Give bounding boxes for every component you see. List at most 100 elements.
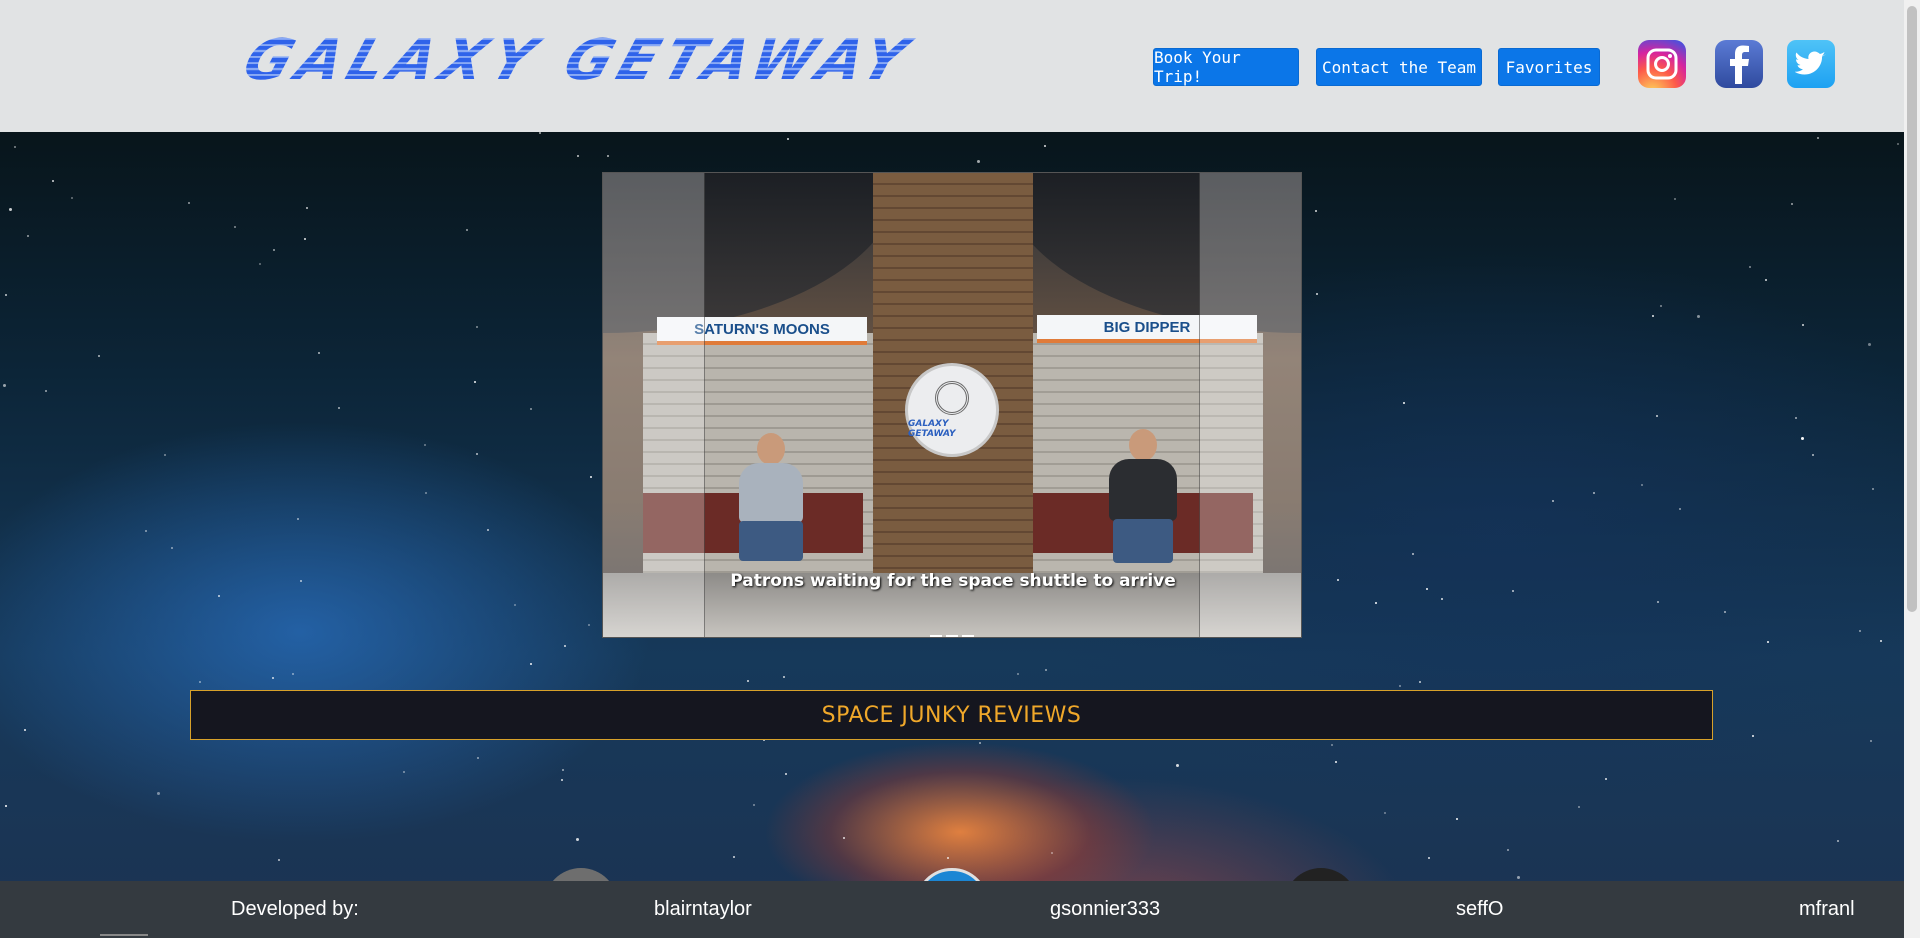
star [785,773,787,775]
twitter-icon[interactable] [1787,40,1835,88]
star [1456,818,1458,820]
star [164,454,166,456]
star [273,249,275,251]
star [733,856,735,858]
scrollbar-thumb[interactable] [1907,6,1917,612]
developer-link[interactable]: blairntaylor [654,898,752,921]
star [977,160,980,163]
star [1419,681,1421,683]
star [188,202,190,204]
star [530,663,532,665]
facebook-icon[interactable] [1715,40,1763,88]
star [1428,857,1430,859]
emblem-text: GALAXY GETAWAY [908,419,956,439]
page-scrollbar[interactable] [1904,0,1920,938]
star [1859,630,1861,632]
emblem-logo-icon [935,381,969,415]
star [5,805,7,807]
star [753,804,755,806]
star [1441,598,1443,600]
star [27,235,29,237]
star [24,729,26,731]
star [234,226,236,228]
site-header: GALAXY GETAWAY Book Your Trip! Contact t… [0,0,1904,132]
developer-link[interactable]: mfranl [1799,898,1855,921]
carousel-caption: Patrons waiting for the space shuttle to… [730,571,1176,591]
star [588,624,590,626]
star [1656,415,1658,417]
developed-by-label: Developed by: [231,898,359,920]
star [1426,588,1428,590]
star [300,580,302,582]
star [1837,840,1839,842]
star [562,769,564,771]
star [1045,669,1047,671]
carousel-indicator[interactable] [930,635,942,637]
star [1749,266,1751,268]
carousel-next-control[interactable] [1199,173,1301,637]
star [1578,806,1580,808]
star [466,229,468,231]
carousel-slide-image: SATURN'S MOONS BIG DIPPER GALAXY GETAWAY [603,173,1301,637]
star [1724,611,1726,613]
star [590,476,592,478]
star [71,197,73,199]
star [1316,293,1318,295]
star [1017,673,1019,675]
contact-team-button[interactable]: Contact the Team [1316,48,1482,86]
star [1652,315,1654,317]
developer-link[interactable]: gsonnier333 [1050,898,1160,921]
person-right [1103,429,1183,579]
star [14,146,16,148]
star [1412,553,1414,555]
star [476,326,478,328]
star [425,492,427,494]
image-carousel[interactable]: SATURN'S MOONS BIG DIPPER GALAXY GETAWAY [602,172,1302,638]
star [1051,852,1053,854]
star [1752,735,1754,737]
star [1872,488,1874,490]
star [539,132,541,134]
site-logo[interactable]: GALAXY GETAWAY [235,28,921,93]
star [1641,484,1643,486]
favorites-button[interactable]: Favorites [1498,48,1600,86]
star [514,604,516,606]
carousel-indicator[interactable] [962,635,974,637]
star [1605,778,1607,780]
star [561,779,563,781]
star [1795,417,1797,419]
star [1335,761,1337,763]
star [199,681,201,683]
star [52,180,54,182]
footer-divider [100,934,148,936]
star [1870,740,1872,742]
star [1817,137,1819,139]
star [1897,143,1899,145]
star [1791,203,1793,205]
star [1812,454,1814,456]
star [297,518,299,520]
star [747,680,749,682]
galaxy-getaway-emblem: GALAXY GETAWAY [905,363,999,457]
star [1044,145,1046,147]
star [787,138,789,140]
carousel-prev-control[interactable] [603,173,705,637]
star [1880,640,1882,642]
star [577,155,579,157]
star [1697,315,1700,318]
carousel-indicator[interactable] [946,635,958,637]
page: GALAXY GETAWAY Book Your Trip! Contact t… [0,0,1920,938]
star [304,238,306,240]
developer-link[interactable]: seffO [1456,898,1503,921]
star [1674,198,1676,200]
star [98,355,100,357]
star [292,673,294,675]
star [477,757,479,759]
star [576,838,579,841]
book-trip-button[interactable]: Book Your Trip! [1153,48,1299,86]
star [1517,876,1520,879]
star [1657,601,1659,603]
star [947,857,949,859]
instagram-icon[interactable] [1638,40,1686,88]
star [318,352,320,354]
